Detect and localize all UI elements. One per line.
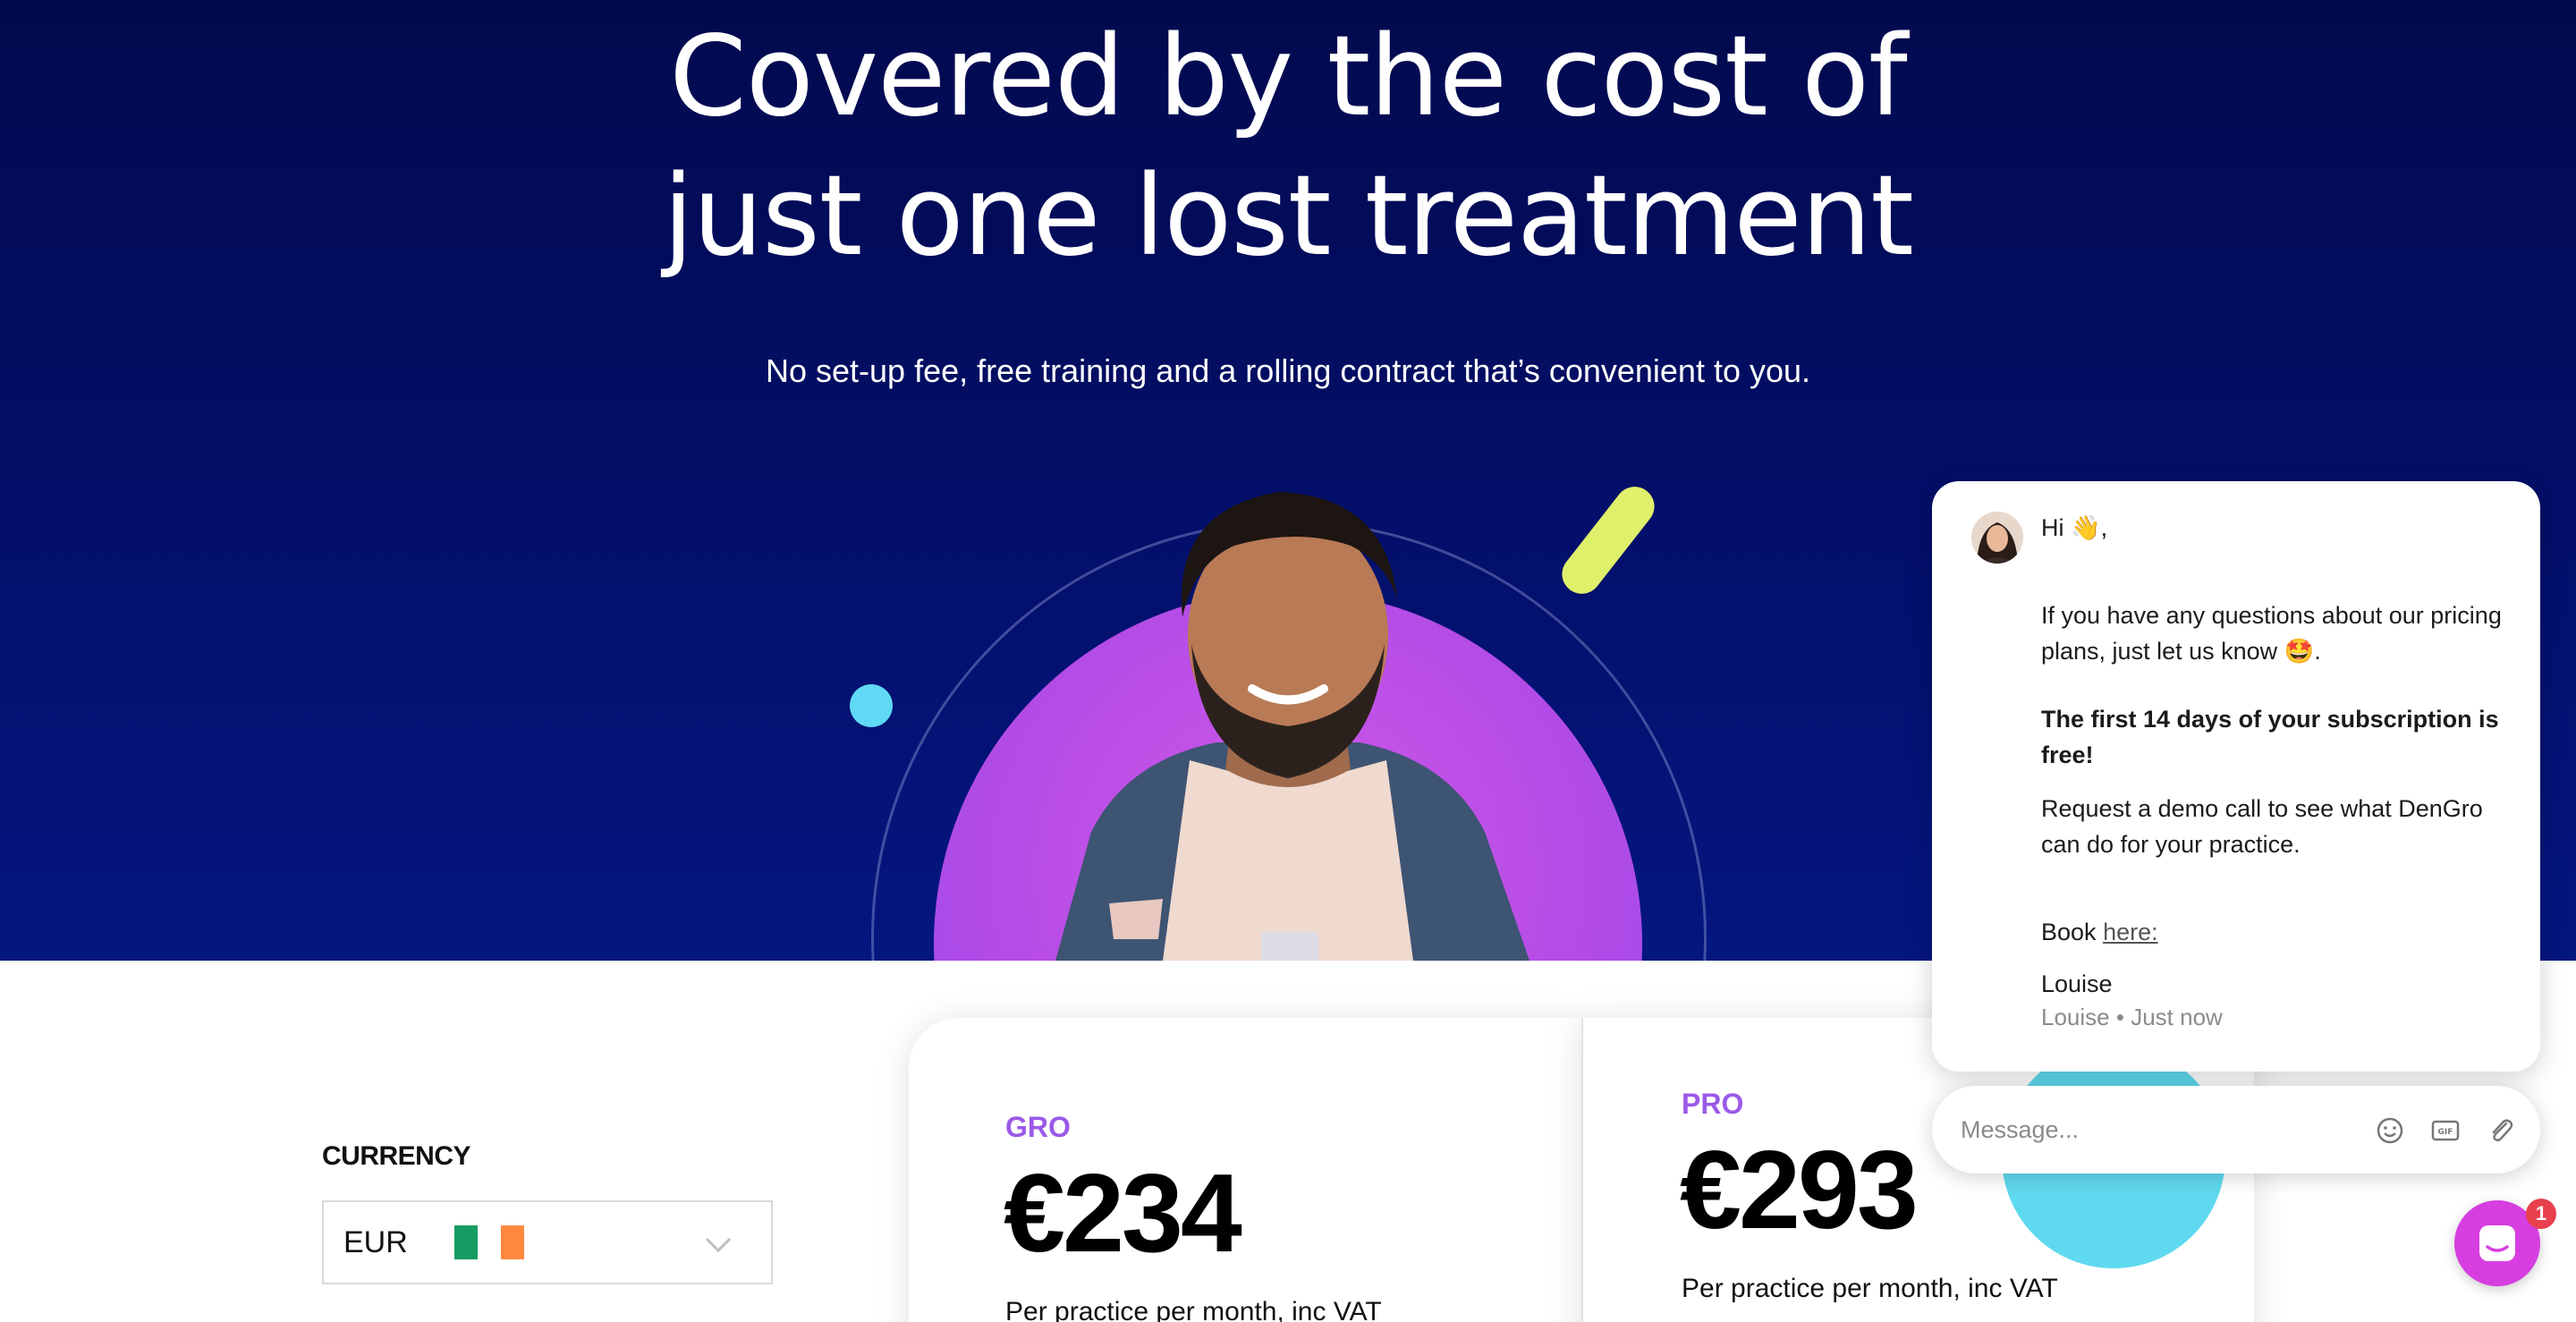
chat-paragraph: Request a demo call to see what DenGro c… xyxy=(2041,795,2483,858)
chat-paragraph: If you have any questions about our pric… xyxy=(2041,602,2502,665)
plan-description: Per practice per month, inc VAT xyxy=(1682,1274,2058,1303)
chat-book-line: Book here: xyxy=(2041,914,2158,950)
message-input[interactable] xyxy=(1961,1115,2354,1144)
hero-person-image xyxy=(1055,492,1530,961)
currency-code: EUR xyxy=(343,1225,408,1259)
chat-composer: GIF xyxy=(1932,1086,2540,1174)
hero-title-line1: Covered by the cost of xyxy=(669,13,1907,141)
paperclip-icon[interactable] xyxy=(2485,1114,2517,1147)
chat-greeting: Hi 👋, xyxy=(2041,514,2108,541)
chat-bold-text: The first 14 days of your subscription i… xyxy=(2041,706,2499,768)
chat-book-link[interactable]: here: xyxy=(2103,919,2158,945)
chat-signature: Louise xyxy=(2041,970,2113,997)
ireland-flag-icon xyxy=(453,1225,524,1259)
emoji-icon[interactable] xyxy=(2374,1114,2406,1147)
decor-cyan-dot xyxy=(850,684,893,727)
gif-icon[interactable]: GIF xyxy=(2429,1114,2462,1147)
chat-meta-time: Just now xyxy=(2131,1004,2223,1030)
chat-meta: Louise • Just now xyxy=(2041,1004,2223,1031)
unread-badge: 1 xyxy=(2526,1199,2556,1229)
plan-name: PRO xyxy=(1682,1088,1744,1120)
currency-select[interactable]: EUR xyxy=(322,1200,773,1284)
hero-subtitle: No set-up fee, free training and a rolli… xyxy=(765,352,1811,389)
plan-price: €293 xyxy=(1680,1129,1919,1252)
chat-message-bubble[interactable]: Hi 👋, If you have any questions about ou… xyxy=(1932,481,2540,1072)
svg-text:GIF: GIF xyxy=(2438,1128,2453,1137)
plan-price: €234 xyxy=(1004,1152,1242,1275)
chat-icon xyxy=(2479,1225,2515,1261)
hero-title-line2: just one lost treatment xyxy=(663,152,1914,281)
currency-label: CURRENCY xyxy=(322,1141,471,1171)
plan-name: GRO xyxy=(1005,1111,1071,1143)
chat-book-prefix: Book xyxy=(2041,919,2097,945)
hero-title: Covered by the cost of just one lost tre… xyxy=(0,7,2576,286)
chat-meta-separator: • xyxy=(2115,1004,2124,1030)
chat-meta-author: Louise xyxy=(2041,1004,2110,1030)
plan-card-gro: GRO €234 Per practice per month, inc VAT xyxy=(909,1018,1581,1322)
chevron-down-icon xyxy=(705,1237,732,1253)
avatar xyxy=(1971,512,2023,564)
plan-description: Per practice per month, inc VAT xyxy=(1005,1297,1382,1322)
